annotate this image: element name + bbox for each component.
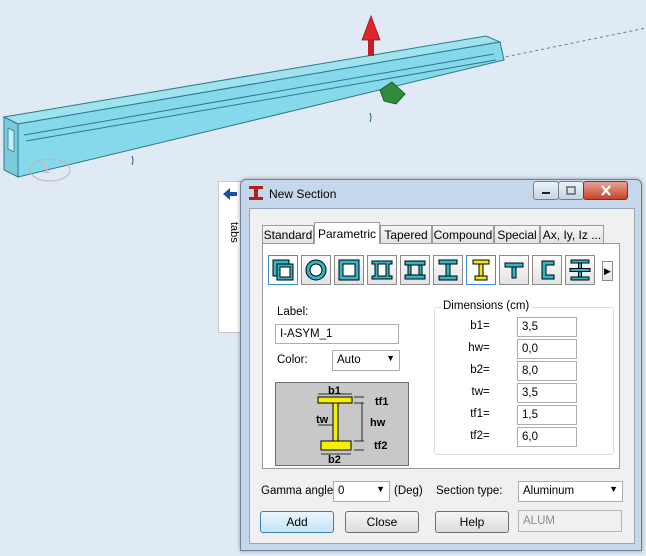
node-label: 1: [42, 160, 51, 177]
chevron-down-icon: ▼: [386, 353, 395, 363]
dimensions-title: Dimensions (cm): [441, 300, 532, 312]
tab-properties[interactable]: Ax, Iy, Iz ...: [540, 225, 604, 243]
section-type-caption: Section type:: [436, 485, 503, 497]
gamma-angle-caption: Gamma angle:: [261, 485, 337, 497]
t-section-icon: [504, 262, 524, 279]
tab-parametric[interactable]: Parametric: [314, 222, 380, 244]
preview-label-b2: b2: [328, 454, 341, 465]
dim-eq: =: [483, 386, 490, 398]
asymmetric-i-section-icon: [472, 259, 490, 281]
shape-i-button[interactable]: [433, 255, 463, 285]
gamma-unit: (Deg): [394, 485, 423, 497]
minimize-icon: [542, 191, 550, 194]
dim-eq: =: [483, 364, 490, 376]
close-icon: [600, 185, 611, 196]
dim-eq: =: [483, 342, 490, 354]
dim-input-tf1[interactable]: 1,5: [517, 405, 577, 425]
shape-tube-button[interactable]: [334, 255, 364, 285]
close-window-button[interactable]: [583, 181, 628, 200]
minimize-button[interactable]: [533, 181, 559, 200]
channel-section-icon: [541, 260, 555, 280]
double-channel-icon: [371, 260, 393, 280]
dim-label-hw: hw: [468, 342, 483, 354]
dim-input-b1[interactable]: 3,5: [517, 317, 577, 337]
box-section-icon: [272, 259, 294, 281]
tab-standard[interactable]: Standard: [262, 225, 314, 243]
dim-label-b1: b1: [470, 320, 483, 332]
shape-double-channel-button[interactable]: [367, 255, 397, 285]
dim-eq: =: [483, 430, 490, 442]
shape-t-button[interactable]: [499, 255, 529, 285]
material-code-field: ALUM: [518, 510, 622, 532]
color-select[interactable]: Auto ▼: [332, 350, 400, 371]
maximize-button[interactable]: [558, 181, 584, 200]
shape-cross-button[interactable]: [565, 255, 595, 285]
dim-input-hw[interactable]: 0,0: [517, 339, 577, 359]
side-tabs-label[interactable]: tabs: [222, 222, 240, 282]
dim-label-tw: tw: [471, 386, 484, 398]
chevron-right-icon: ▶: [604, 265, 611, 276]
dim-label-tf2: tf2: [470, 430, 483, 442]
box-girder-icon: [404, 260, 426, 280]
tab-compound[interactable]: Compound: [432, 225, 494, 243]
shape-asymmetric-i-button[interactable]: [466, 255, 496, 285]
shape-box-girder-button[interactable]: [400, 255, 430, 285]
label-input[interactable]: I-ASYM_1: [275, 324, 399, 344]
chevron-down-icon: ▼: [376, 484, 385, 494]
shape-pipe-button[interactable]: [301, 255, 331, 285]
chevron-down-icon: ▼: [609, 484, 618, 494]
dialog-body: Standard Parametric Tapered Compound Spe…: [249, 208, 635, 544]
section-type-select[interactable]: Aluminum ▼: [518, 481, 623, 502]
square-tube-icon: [338, 259, 360, 281]
i-section-icon: [438, 259, 458, 281]
section-type-value: Aluminum: [523, 485, 575, 497]
dimensions-group: Dimensions (cm) b1 = 3,5 hw = 0,0 b2 = 8…: [434, 300, 614, 455]
label-caption: Label:: [277, 306, 309, 318]
left-arrow-icon[interactable]: [223, 188, 237, 200]
maximize-icon: [566, 186, 576, 195]
shapes-scroll-right-button[interactable]: ▶: [602, 261, 613, 281]
pipe-section-icon: [305, 259, 327, 281]
dim-eq: =: [483, 320, 490, 332]
section-preview: b1 tf1 tw hw tf2 b2: [275, 382, 409, 466]
color-select-value: Auto: [337, 354, 361, 366]
shape-box-button[interactable]: [268, 255, 298, 285]
parametric-panel: ▶ Label: I-ASYM_1 Color: Auto ▼ b1 tf1 t…: [262, 243, 620, 469]
new-section-dialog: New Section Standard Parametric Tapered …: [240, 179, 642, 551]
cross-section-icon: [569, 259, 591, 281]
window-title: New Section: [269, 187, 337, 201]
dim-input-b2[interactable]: 8,0: [517, 361, 577, 381]
gamma-angle-value: 0: [338, 485, 345, 497]
title-bar[interactable]: New Section: [241, 180, 641, 206]
add-button[interactable]: Add: [260, 511, 334, 533]
dim-eq: =: [483, 408, 490, 420]
tab-tapered[interactable]: Tapered: [380, 225, 432, 243]
close-button[interactable]: Close: [345, 511, 419, 533]
preview-label-tf1: tf1: [375, 396, 388, 408]
dim-input-tf2[interactable]: 6,0: [517, 427, 577, 447]
load-arrow-icon: [361, 14, 381, 56]
dim-input-tw[interactable]: 3,5: [517, 383, 577, 403]
tab-special[interactable]: Special: [494, 225, 540, 243]
preview-label-hw: hw: [370, 417, 386, 429]
gamma-angle-select[interactable]: 0 ▼: [333, 481, 390, 502]
shape-channel-button[interactable]: [532, 255, 562, 285]
preview-label-tf2: tf2: [374, 440, 387, 452]
color-caption: Color:: [277, 354, 308, 366]
dim-label-b2: b2: [470, 364, 483, 376]
preview-label-b1: b1: [328, 385, 341, 397]
dim-label-tf1: tf1: [470, 408, 483, 420]
i-beam-icon: [249, 186, 263, 200]
preview-label-tw: tw: [316, 414, 329, 426]
help-button[interactable]: Help: [435, 511, 509, 533]
